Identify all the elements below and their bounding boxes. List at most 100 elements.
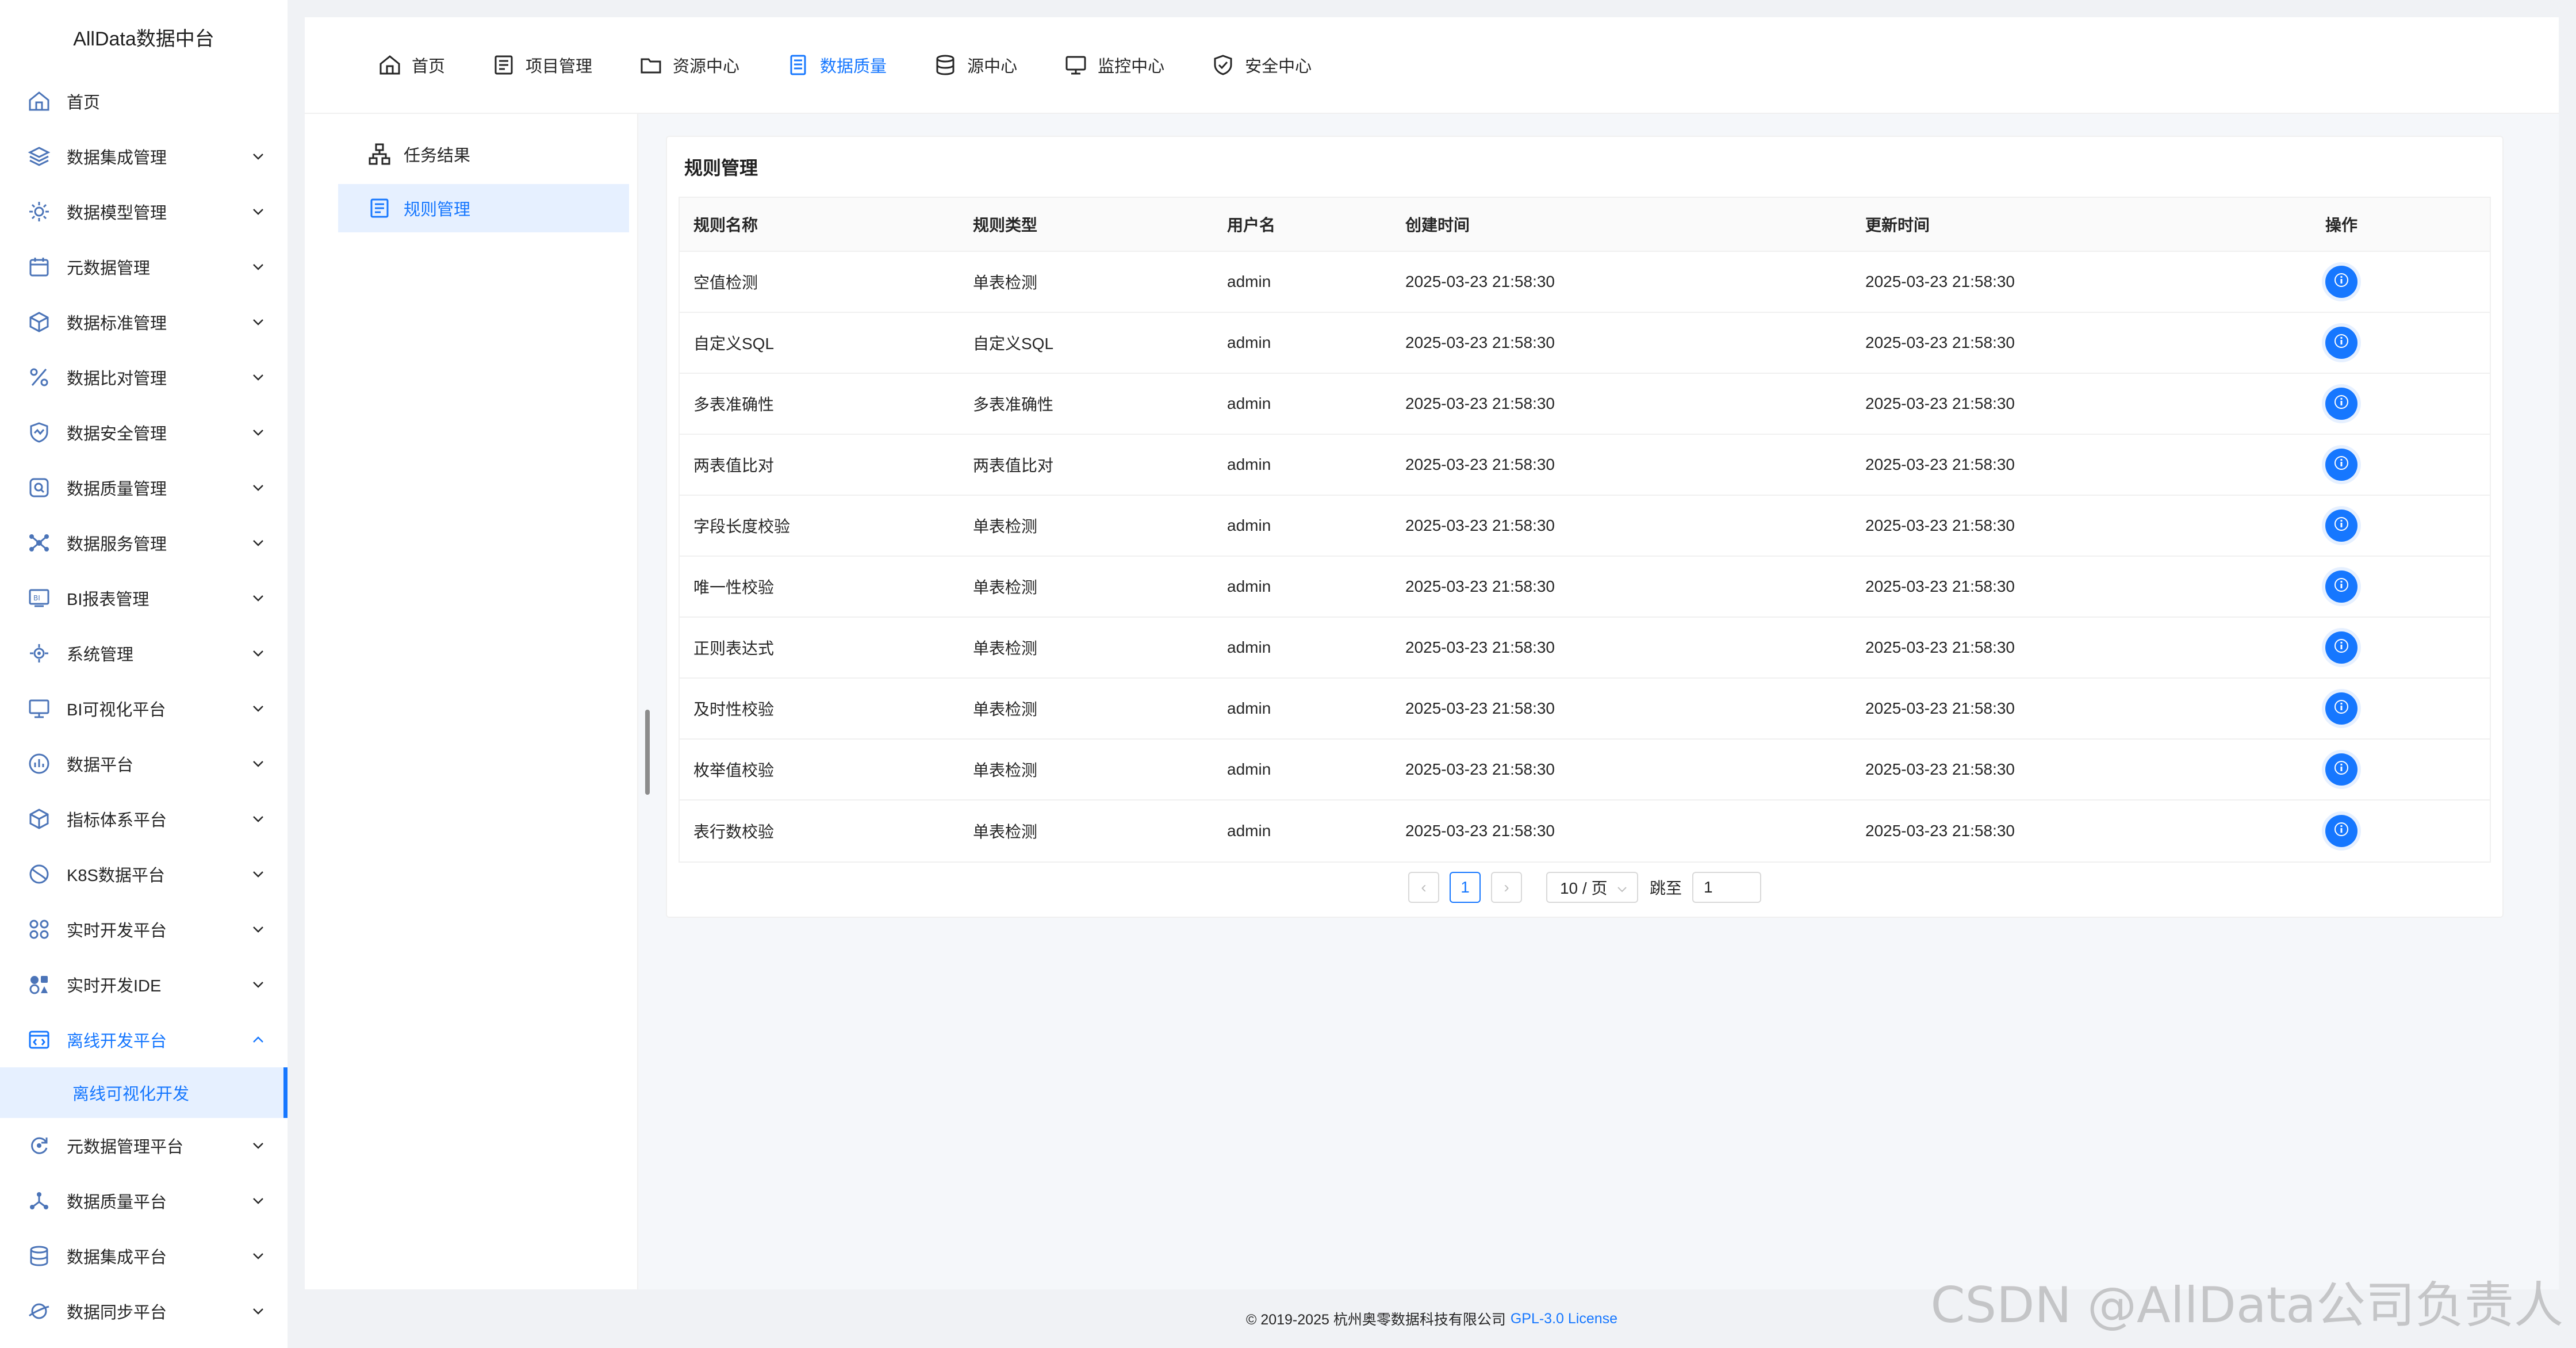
- sidebar-item-5[interactable]: 数据比对管理: [0, 350, 288, 405]
- chevron-down-icon: [250, 1303, 267, 1320]
- chevron-down-icon: [250, 1137, 267, 1154]
- info-button[interactable]: [2325, 388, 2358, 420]
- sidebar-item-2[interactable]: 数据模型管理: [0, 184, 288, 239]
- next-page-button[interactable]: ›: [1490, 872, 1522, 903]
- left-panel: 任务结果 规则管理: [305, 114, 650, 1289]
- sidebar-item-8[interactable]: 数据服务管理: [0, 515, 288, 570]
- tab-1[interactable]: 项目管理: [492, 53, 592, 77]
- table-cell: 2025-03-23 21:58:30: [1865, 577, 2015, 595]
- chevron-down-icon: [250, 589, 267, 607]
- tab-5[interactable]: 监控中心: [1064, 53, 1164, 77]
- column-header: 规则类型: [973, 216, 1038, 234]
- table-cell: 单表检测: [973, 639, 1038, 657]
- table-cell-actions: [2325, 388, 2490, 420]
- table-cell: 2025-03-23 21:58:30: [1405, 455, 1555, 473]
- nodes-icon: [26, 1188, 52, 1213]
- table-cell: 唯一性校验: [693, 579, 775, 596]
- sidebar-item-label: 数据质量管理: [67, 480, 167, 499]
- sidebar-item-14[interactable]: K8S数据平台: [0, 847, 288, 902]
- sidebar-item-after-0[interactable]: 元数据管理平台: [0, 1118, 288, 1173]
- sidebar-item-1[interactable]: 数据集成管理: [0, 129, 288, 184]
- page-number-button[interactable]: 1: [1449, 872, 1481, 903]
- info-button[interactable]: [2325, 449, 2358, 481]
- jump-input[interactable]: [1692, 872, 1761, 903]
- box-icon: [26, 806, 52, 832]
- network-icon: [26, 530, 52, 556]
- table-cell: 多表准确性: [693, 396, 775, 413]
- sidebar-item-6[interactable]: 数据安全管理: [0, 405, 288, 460]
- sidebar-item-after-2[interactable]: 数据集成平台: [0, 1228, 288, 1284]
- table-row: 多表准确性 多表准确性 admin 2025-03-23 21:58:30 2025-0…: [680, 374, 2490, 435]
- table-cell: 单表检测: [973, 700, 1038, 718]
- tab-0[interactable]: 首页: [378, 53, 445, 77]
- sidebar-subitem-active[interactable]: 离线可视化开发: [0, 1067, 288, 1118]
- sidebar-item-label: 实时开发平台: [67, 922, 167, 940]
- sidebar-item-13[interactable]: 指标体系平台: [0, 791, 288, 847]
- info-button[interactable]: [2325, 266, 2358, 298]
- sidebar-item-label: BI可视化平台: [67, 701, 166, 719]
- info-icon: [2333, 394, 2349, 414]
- table-cell: admin: [1227, 334, 1271, 351]
- prev-page-button[interactable]: ‹: [1408, 872, 1439, 903]
- info-button[interactable]: [2325, 327, 2358, 359]
- info-button[interactable]: [2325, 815, 2358, 847]
- info-button[interactable]: [2325, 753, 2358, 786]
- info-button[interactable]: [2325, 631, 2358, 664]
- sidebar-item-16[interactable]: 实时开发IDE: [0, 957, 288, 1012]
- table-cell: 表行数校验: [693, 823, 775, 841]
- table-cell: admin: [1227, 699, 1271, 717]
- sidebar-item-7[interactable]: 数据质量管理: [0, 460, 288, 515]
- sidebar-item-open[interactable]: 离线开发平台: [0, 1012, 288, 1067]
- chevron-down-icon: [250, 148, 267, 165]
- table-cell-actions: [2325, 510, 2490, 542]
- cube-icon: [26, 309, 52, 335]
- chevron-down-icon: [250, 810, 267, 828]
- jump-label: 跳至: [1649, 879, 1682, 897]
- sidebar-item-label: 数据安全管理: [67, 425, 167, 443]
- sidebar-item-15[interactable]: 实时开发平台: [0, 902, 288, 957]
- sidebar-item-9[interactable]: BI BI报表管理: [0, 570, 288, 626]
- sidebar-item-label: 数据集成管理: [67, 149, 167, 167]
- tab-6[interactable]: 安全中心: [1212, 53, 1312, 77]
- sidebar-item-4[interactable]: 数据标准管理: [0, 294, 288, 350]
- table-cell: 单表检测: [973, 823, 1038, 841]
- sidebar-item-12[interactable]: 数据平台: [0, 736, 288, 791]
- info-button[interactable]: [2325, 692, 2358, 725]
- table-row: 及时性校验 单表检测 admin 2025-03-23 21:58:30 2025-03…: [680, 679, 2490, 740]
- tab-3[interactable]: 数据质量: [787, 53, 887, 77]
- shield-check-icon: [1212, 53, 1235, 76]
- sidebar-item-11[interactable]: BI可视化平台: [0, 681, 288, 736]
- resize-handle[interactable]: [645, 710, 650, 795]
- table-cell: 2025-03-23 21:58:30: [1865, 699, 2015, 717]
- sidebar-item-3[interactable]: 元数据管理: [0, 239, 288, 294]
- folder-icon: [639, 53, 662, 76]
- chevron-down-icon: [250, 369, 267, 386]
- info-button[interactable]: [2325, 510, 2358, 542]
- sidebar-item-label: 数据比对管理: [67, 370, 167, 388]
- table-row: 枚举值校验 单表检测 admin 2025-03-23 21:58:30 2025-03…: [680, 740, 2490, 801]
- license-link[interactable]: GPL-3.0 License: [1511, 1311, 1617, 1327]
- left-menu-item-1[interactable]: 规则管理: [338, 184, 629, 232]
- chevron-down-icon: [250, 866, 267, 883]
- sidebar-item-label: 数据集成平台: [67, 1249, 167, 1267]
- tab-label: 项目管理: [526, 58, 593, 76]
- page-size-select[interactable]: 10 / 页: [1546, 872, 1638, 903]
- table-body: 空值检测 单表检测 admin 2025-03-23 21:58:30 2025-03-…: [680, 252, 2490, 861]
- sidebar-item-0[interactable]: 首页: [0, 74, 288, 129]
- table-cell: 2025-03-23 21:58:30: [1405, 395, 1555, 412]
- sidebar-item-after-1[interactable]: 数据质量平台: [0, 1173, 288, 1228]
- table-cell: admin: [1227, 455, 1271, 473]
- tab-4[interactable]: 源中心: [934, 53, 1017, 77]
- right-panel: 规则管理 规则名称 规则类型 用户名 创建时间 更新时间 操作 空值检测 单表检测 admin…: [638, 114, 2559, 1289]
- brand-title: AllData数据中台: [73, 28, 214, 50]
- sidebar-item-after-3[interactable]: 数据同步平台: [0, 1284, 288, 1339]
- table-cell: 2025-03-23 21:58:30: [1865, 455, 2015, 473]
- left-menu-item-0[interactable]: 任务结果: [338, 130, 629, 178]
- info-button[interactable]: [2325, 570, 2358, 603]
- table-cell-actions: [2325, 570, 2490, 603]
- tab-2[interactable]: 资源中心: [639, 53, 739, 77]
- chevron-down-icon: [250, 700, 267, 717]
- monitor-icon: [26, 696, 52, 721]
- sidebar-item-10[interactable]: 系统管理: [0, 626, 288, 681]
- chevron-down-icon: [250, 755, 267, 772]
